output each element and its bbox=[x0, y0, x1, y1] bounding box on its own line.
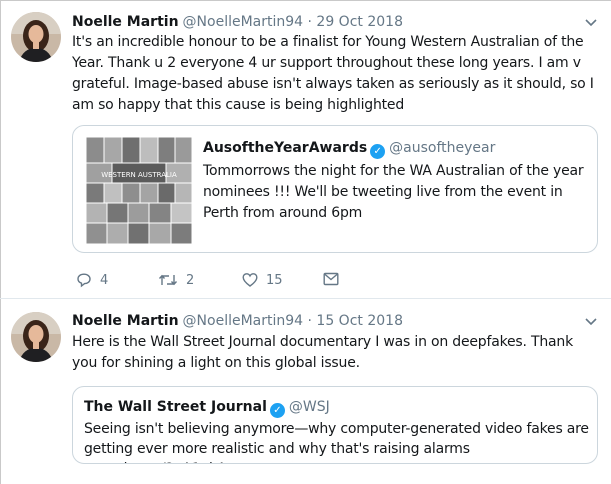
quoted-tweet-header: The Wall Street Journal ✓ @WSJ bbox=[84, 398, 330, 418]
chevron-down-icon[interactable] bbox=[585, 314, 597, 328]
reply-button[interactable]: 4 bbox=[76, 272, 108, 288]
tweet-actions: 4 2 15 bbox=[72, 272, 372, 292]
quoted-author-handle: @WSJ bbox=[288, 399, 330, 415]
tweet[interactable]: Noelle Martin @NoelleMartin94 · 15 Oct 20… bbox=[0, 299, 611, 484]
tweet[interactable]: Noelle Martin @NoelleMartin94 · 29 Oct 20… bbox=[0, 0, 611, 298]
avatar[interactable] bbox=[11, 12, 61, 62]
reply-icon bbox=[77, 273, 91, 288]
like-button[interactable]: 15 bbox=[242, 272, 283, 288]
quoted-author-name: AusoftheYearAwards bbox=[203, 140, 368, 156]
tweet-header: Noelle Martin @NoelleMartin94 · 15 Oct 20… bbox=[72, 312, 403, 330]
quoted-author-handle: @ausoftheyear bbox=[389, 140, 496, 156]
tweet-header: Noelle Martin @NoelleMartin94 · 29 Oct 20… bbox=[72, 13, 403, 31]
chevron-down-icon[interactable] bbox=[585, 15, 597, 29]
verified-icon: ✓ bbox=[370, 144, 386, 159]
quoted-tweet-text: Tommorrows the night for the WA Australi… bbox=[203, 163, 584, 221]
quoted-tweet-card[interactable]: WESTERN AUSTRALIA AusoftheYearAwards ✓ @au… bbox=[72, 125, 598, 253]
avatar[interactable] bbox=[11, 312, 61, 362]
quoted-tweet-thumbnail: WESTERN AUSTRALIA bbox=[85, 136, 193, 245]
tweet-text: It's an incredible honour to be a finali… bbox=[72, 34, 594, 113]
retweet-icon bbox=[158, 274, 178, 286]
author-name[interactable]: Noelle Martin bbox=[72, 313, 179, 329]
like-icon bbox=[242, 273, 258, 287]
quoted-tweet-text: Seeing isn't believing anymore—why compu… bbox=[84, 421, 589, 463]
author-name[interactable]: Noelle Martin bbox=[72, 14, 179, 30]
reply-count: 4 bbox=[100, 272, 109, 288]
thumbnail-caption: WESTERN AUSTRALIA bbox=[101, 171, 177, 179]
quoted-author-name: The Wall Street Journal bbox=[84, 399, 267, 415]
like-count: 15 bbox=[266, 272, 283, 288]
quoted-tweet-card[interactable]: The Wall Street Journal ✓ @WSJ Seeing isn'… bbox=[72, 386, 598, 464]
quoted-tweet-header: AusoftheYearAwards ✓ @ausoftheyear bbox=[203, 139, 495, 159]
author-handle-date[interactable]: @NoelleMartin94 · 15 Oct 2018 bbox=[183, 313, 403, 329]
verified-icon: ✓ bbox=[269, 403, 285, 418]
message-icon bbox=[323, 272, 339, 286]
message-button[interactable] bbox=[323, 272, 339, 286]
retweet-count: 2 bbox=[186, 272, 195, 288]
author-handle-date[interactable]: @NoelleMartin94 · 29 Oct 2018 bbox=[183, 14, 403, 30]
retweet-button[interactable]: 2 bbox=[158, 272, 194, 288]
tweet-text: Here is the Wall Street Journal document… bbox=[72, 334, 573, 371]
